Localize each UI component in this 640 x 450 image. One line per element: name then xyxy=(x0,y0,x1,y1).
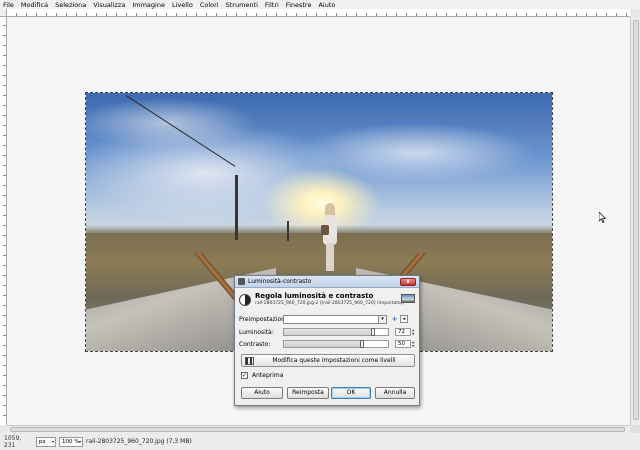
image-thumbnail xyxy=(401,294,415,303)
unit-value: px xyxy=(39,438,46,445)
levels-icon xyxy=(245,356,254,365)
menu-help[interactable]: Aiuto xyxy=(318,1,335,9)
menu-image[interactable]: Immagine xyxy=(132,1,165,9)
reset-button[interactable]: Reimposta xyxy=(287,387,329,399)
brightness-row: Luminosità: 72 ▲ ▼ xyxy=(239,327,417,337)
dialog-titlebar[interactable]: Luminosità-contrasto x xyxy=(235,276,419,288)
dialog-header: Regola luminosità e contrasto rail-28037… xyxy=(239,292,417,310)
menu-file[interactable]: File xyxy=(3,1,14,9)
edit-as-levels-button[interactable]: Modifica queste impostazioni come livell… xyxy=(241,354,415,367)
ok-button[interactable]: OK xyxy=(331,387,371,399)
ruler-corner[interactable] xyxy=(0,9,7,17)
menu-filters[interactable]: Filtri xyxy=(265,1,279,9)
brightness-slider-handle[interactable] xyxy=(371,328,376,336)
contrast-slider[interactable] xyxy=(283,340,389,348)
menu-edit[interactable]: Modifica xyxy=(21,1,48,9)
cancel-button[interactable]: Annulla xyxy=(375,387,415,399)
contrast-slider-fill xyxy=(284,341,362,347)
photo-pole-2 xyxy=(287,221,289,241)
dialog-subtitle: rail-2803725_960_720.jpg-2 ([rail-280372… xyxy=(255,301,405,306)
brightness-label: Luminosità: xyxy=(239,328,274,336)
menu-tools[interactable]: Strumenti xyxy=(226,1,258,9)
menu-colors[interactable]: Colori xyxy=(200,1,219,9)
chevron-down-icon: ▾ xyxy=(51,438,54,444)
brightness-slider-fill xyxy=(284,329,374,335)
app-icon xyxy=(238,278,245,285)
menu-bar: File Modifica Seleziona Visualizza Immag… xyxy=(0,0,640,9)
edit-as-levels-label: Modifica queste impostazioni come livell… xyxy=(272,357,396,364)
contrast-label: Contrasto: xyxy=(239,340,271,348)
contrast-row: Contrasto: 50 ▲ ▼ xyxy=(239,339,417,349)
brightness-contrast-dialog: Luminosità-contrasto x Regola luminosità… xyxy=(234,275,420,406)
dialog-heading: Regola luminosità e contrasto xyxy=(255,292,374,300)
photo-pole-1 xyxy=(235,175,238,240)
brightness-contrast-icon xyxy=(239,294,251,306)
vertical-scrollbar[interactable] xyxy=(630,17,640,425)
brightness-value-field[interactable]: 72 xyxy=(395,328,411,336)
menu-view[interactable]: Visualizza xyxy=(93,1,125,9)
pointer-coordinates: 1059, 231 xyxy=(4,434,22,449)
navigate-corner[interactable] xyxy=(630,425,640,433)
menu-layer[interactable]: Livello xyxy=(172,1,193,9)
chevron-down-icon: ▾ xyxy=(78,438,81,444)
chevron-down-icon: ▾ xyxy=(378,315,386,323)
zoom-value: 100 % xyxy=(62,438,80,445)
preview-row: ✓ Anteprima xyxy=(241,372,283,379)
vertical-ruler[interactable] xyxy=(0,17,7,425)
status-bar: 1059, 231 px ▾ 100 % ▾ rail-2803725_960_… xyxy=(0,433,640,450)
contrast-value-field[interactable]: 50 xyxy=(395,340,411,348)
zoom-dropdown[interactable]: 100 % ▾ xyxy=(59,436,83,447)
contrast-slider-handle[interactable] xyxy=(360,340,364,348)
add-preset-icon[interactable]: + xyxy=(390,315,399,324)
horizontal-scroll-thumb[interactable] xyxy=(10,427,625,432)
vertical-scroll-thumb[interactable] xyxy=(633,20,639,420)
dialog-title: Luminosità-contrasto xyxy=(248,278,312,285)
horizontal-scrollbar[interactable] xyxy=(7,425,630,433)
contrast-spinner-icon[interactable]: ▲ ▼ xyxy=(412,340,416,348)
photo-person xyxy=(321,203,338,271)
preview-checkbox[interactable]: ✓ xyxy=(241,372,248,379)
help-button[interactable]: Aiuto xyxy=(241,387,283,399)
brightness-spinner-icon[interactable]: ▲ ▼ xyxy=(412,328,416,336)
brightness-slider[interactable] xyxy=(283,328,389,336)
preview-label: Anteprima xyxy=(252,372,284,379)
menu-windows[interactable]: Finestre xyxy=(286,1,312,9)
unit-dropdown[interactable]: px ▾ xyxy=(36,436,56,447)
mouse-cursor-icon xyxy=(599,212,607,223)
menu-select[interactable]: Seleziona xyxy=(55,1,86,9)
close-icon[interactable]: x xyxy=(400,278,416,286)
file-info: rail-2803725_960_720.jpg (7,3 MB) xyxy=(86,438,192,445)
horizontal-ruler[interactable] xyxy=(7,9,630,17)
presets-row: Preimpostazioni: ▾ + ◂ xyxy=(239,314,417,324)
preset-menu-icon[interactable]: ◂ xyxy=(400,315,408,323)
presets-dropdown[interactable]: ▾ xyxy=(283,314,387,324)
presets-label: Preimpostazioni: xyxy=(239,315,289,323)
